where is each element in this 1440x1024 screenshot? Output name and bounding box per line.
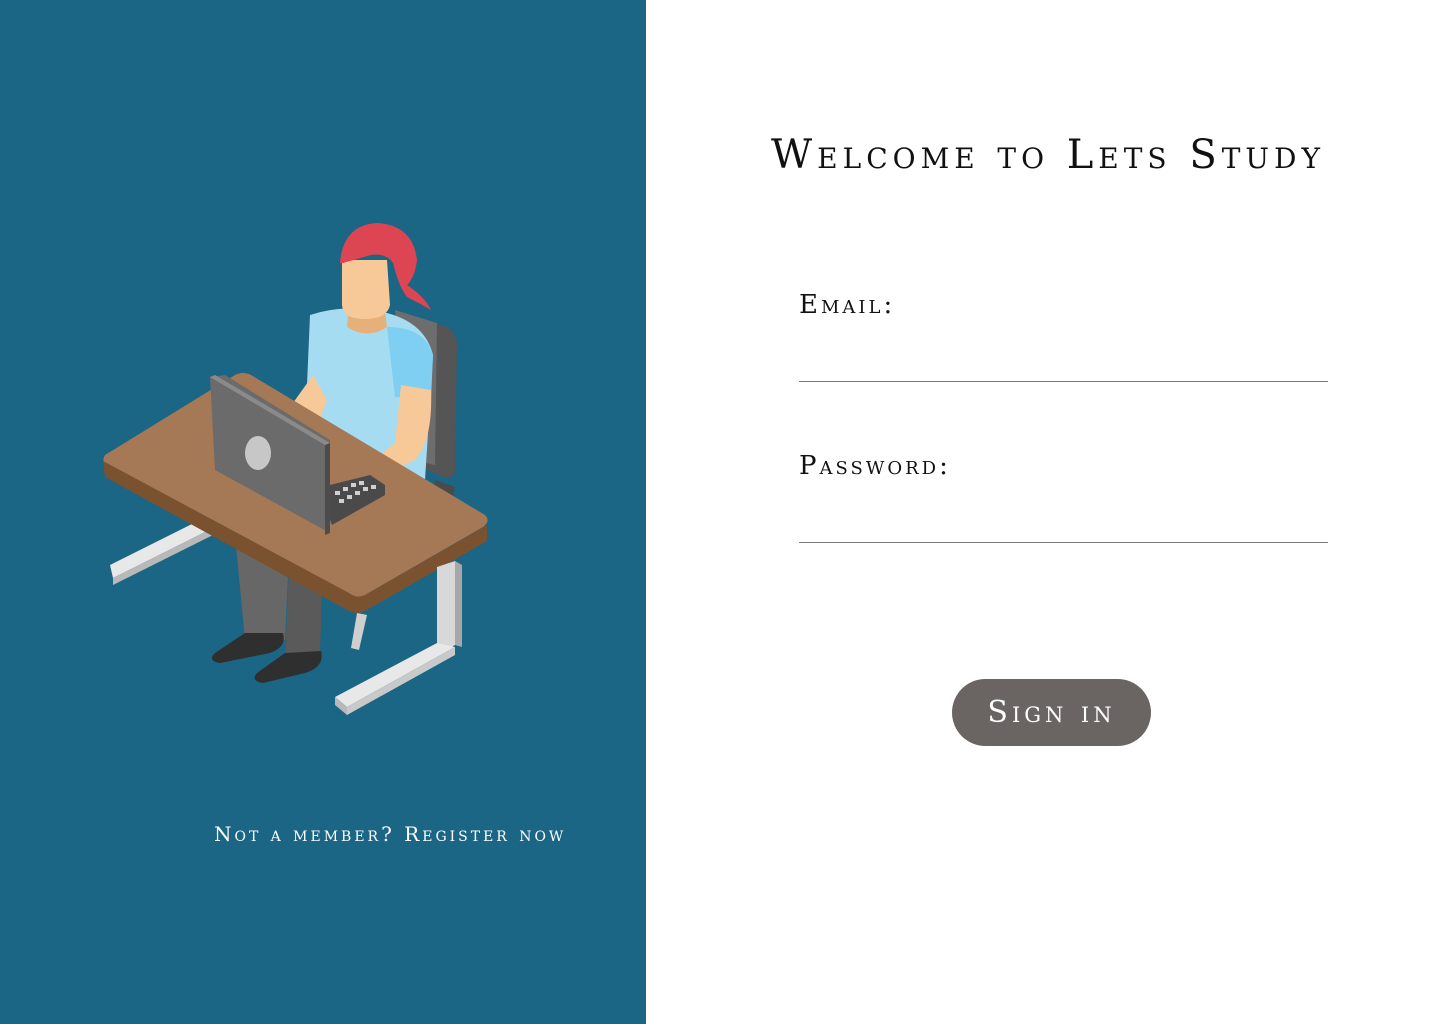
left-panel: Not a member? Register now [0,0,646,1024]
login-form-panel: Welcome to Lets Study Email: Password: S… [646,0,1440,1024]
sign-in-button[interactable]: Sign in [952,679,1151,746]
password-input[interactable] [799,502,1328,543]
email-label: Email: [799,290,896,320]
password-label: Password: [799,451,951,481]
login-page: Not a member? Register now Welcome to Le… [0,0,1440,1024]
person-at-desk-illustration [103,223,488,715]
welcome-title: Welcome to Lets Study [771,132,1325,178]
email-input[interactable] [799,341,1328,382]
register-link[interactable]: Not a member? Register now [214,822,566,846]
